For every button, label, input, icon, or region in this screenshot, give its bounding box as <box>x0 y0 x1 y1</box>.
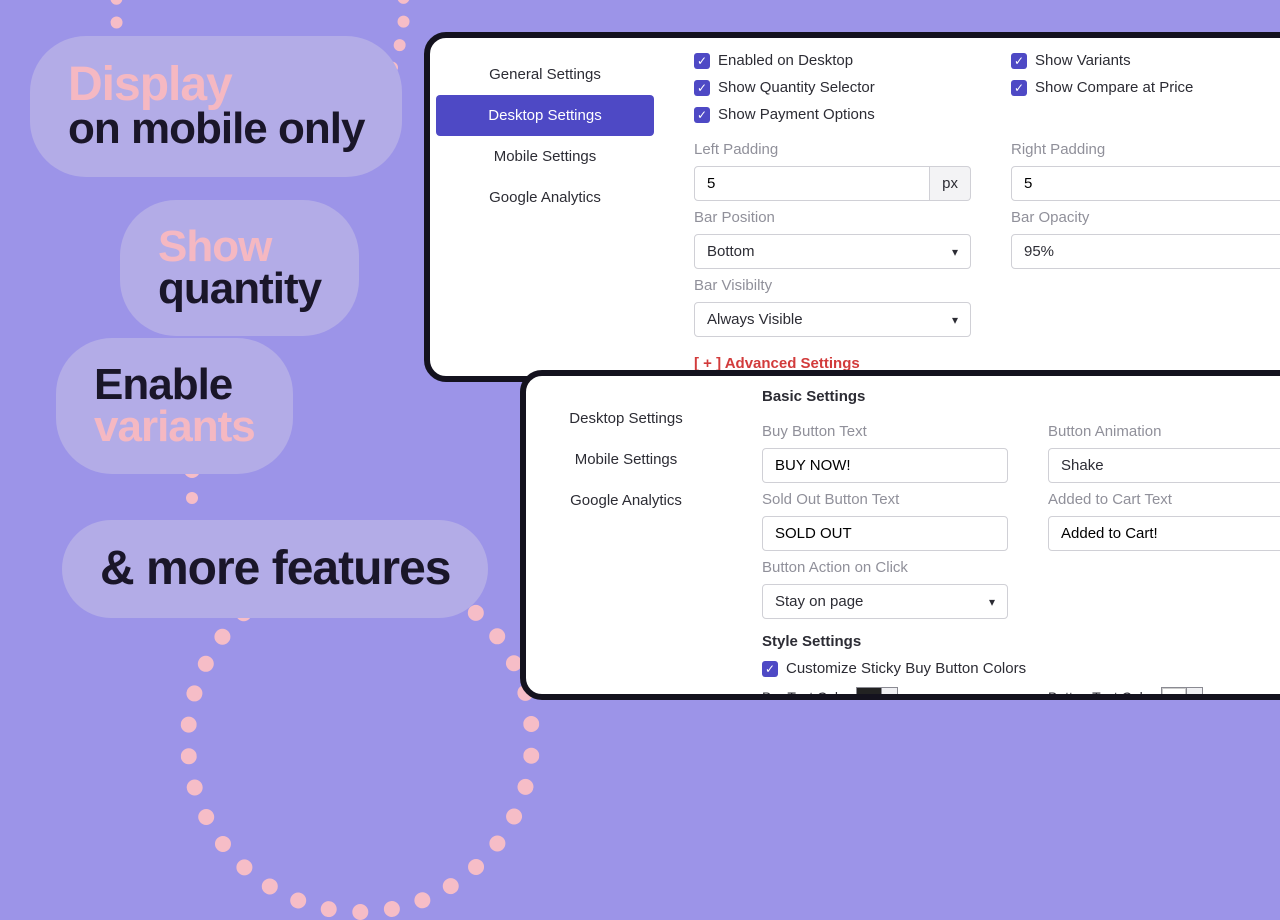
checkbox-label: Enabled on Desktop <box>718 52 853 69</box>
section-heading: Basic Settings <box>762 388 1280 405</box>
field-label: Bar Opacity <box>1011 209 1280 226</box>
bar-position-select[interactable]: Bottom ▾ <box>694 234 971 269</box>
pill-line: variants <box>94 404 255 450</box>
field-label: Left Padding <box>694 141 971 158</box>
color-swatch <box>1162 688 1186 700</box>
left-padding-input[interactable] <box>694 166 930 201</box>
dot <box>186 492 198 504</box>
button-text-color-picker[interactable]: ▾ <box>1161 687 1203 700</box>
sidebar-item-analytics[interactable]: Google Analytics <box>430 177 660 218</box>
sidebar-item-desktop[interactable]: Desktop Settings <box>526 398 726 439</box>
checkbox-enabled-desktop[interactable]: ✓Enabled on Desktop <box>694 52 971 69</box>
field-label: Button Action on Click <box>762 559 1008 576</box>
unit-label: px <box>930 166 971 201</box>
checkbox-show-variants[interactable]: ✓Show Variants <box>1011 52 1280 69</box>
panel-main: Basic Settings Buy Button Text Button An… <box>742 376 1280 700</box>
select-value: Shake <box>1061 457 1104 474</box>
panel-main: ✓Enabled on Desktop ✓Show Quantity Selec… <box>674 38 1280 382</box>
settings-panel-desktop: General Settings Desktop Settings Mobile… <box>424 32 1280 382</box>
sidebar-item-general[interactable]: General Settings <box>430 54 660 95</box>
sidebar-item-desktop[interactable]: Desktop Settings <box>436 95 654 136</box>
sidebar-item-analytics[interactable]: Google Analytics <box>526 480 726 521</box>
section-heading: Style Settings <box>762 633 1280 650</box>
chevron-down-icon: ▾ <box>1186 688 1202 700</box>
sidebar: Desktop Settings Mobile Settings Google … <box>526 376 726 521</box>
pill-line: quantity <box>158 266 321 312</box>
color-swatch <box>857 688 881 700</box>
checkbox-label: Show Variants <box>1035 52 1131 69</box>
field-label: Button Animation <box>1048 423 1280 440</box>
chevron-down-icon: ▾ <box>989 595 995 609</box>
field-label: Sold Out Button Text <box>762 491 1008 508</box>
checkbox-qty-selector[interactable]: ✓Show Quantity Selector <box>694 79 971 96</box>
field-label: Button Text Color <box>1048 689 1155 700</box>
button-action-select[interactable]: Stay on page ▾ <box>762 584 1008 619</box>
pill-line: & more features <box>100 544 450 594</box>
select-value: Stay on page <box>775 593 863 610</box>
select-value: Always Visible <box>707 311 803 328</box>
chevron-down-icon: ▾ <box>952 313 958 327</box>
button-animation-select[interactable]: Shake <box>1048 448 1280 483</box>
field-label: Right Padding <box>1011 141 1280 158</box>
pill-variants: Enable variants <box>56 338 293 474</box>
select-value: 95% <box>1024 243 1054 260</box>
field-label: Buy Button Text <box>762 423 1008 440</box>
pill-line: Display <box>68 60 364 110</box>
added-to-cart-text-input[interactable] <box>1048 516 1280 551</box>
sidebar-item-mobile[interactable]: Mobile Settings <box>430 136 660 177</box>
checkbox-label: Show Compare at Price <box>1035 79 1193 96</box>
select-value: Bottom <box>707 243 755 260</box>
checkbox-customize-colors[interactable]: ✓Customize Sticky Buy Button Colors <box>762 660 1280 677</box>
pill-line: on mobile only <box>68 106 364 152</box>
checkbox-label: Customize Sticky Buy Button Colors <box>786 660 1026 677</box>
pill-quantity: Show quantity <box>120 200 359 336</box>
checkbox-label: Show Payment Options <box>718 106 875 123</box>
chevron-down-icon: ▾ <box>952 245 958 259</box>
buy-button-text-input[interactable] <box>762 448 1008 483</box>
field-label: Bar Position <box>694 209 971 226</box>
field-label: Added to Cart Text <box>1048 491 1280 508</box>
checkbox-label: Show Quantity Selector <box>718 79 875 96</box>
right-padding-input[interactable] <box>1011 166 1280 201</box>
sidebar-item-mobile[interactable]: Mobile Settings <box>526 439 726 480</box>
pill-more: & more features <box>62 520 488 618</box>
bar-visibility-select[interactable]: Always Visible ▾ <box>694 302 971 337</box>
pill-display: Display on mobile only <box>30 36 402 177</box>
sidebar: General Settings Desktop Settings Mobile… <box>430 38 660 218</box>
settings-panel-buybutton: Desktop Settings Mobile Settings Google … <box>520 370 1280 700</box>
sold-out-text-input[interactable] <box>762 516 1008 551</box>
checkbox-compare-price[interactable]: ✓Show Compare at Price <box>1011 79 1280 96</box>
field-label: Bar Visibilty <box>694 277 971 294</box>
bar-text-color-picker[interactable]: ▾ <box>856 687 898 700</box>
field-label: Bar Text Color <box>762 689 850 700</box>
chevron-down-icon: ▾ <box>881 688 897 700</box>
bar-opacity-select[interactable]: 95% <box>1011 234 1280 269</box>
checkbox-payment-options[interactable]: ✓Show Payment Options <box>694 106 971 123</box>
